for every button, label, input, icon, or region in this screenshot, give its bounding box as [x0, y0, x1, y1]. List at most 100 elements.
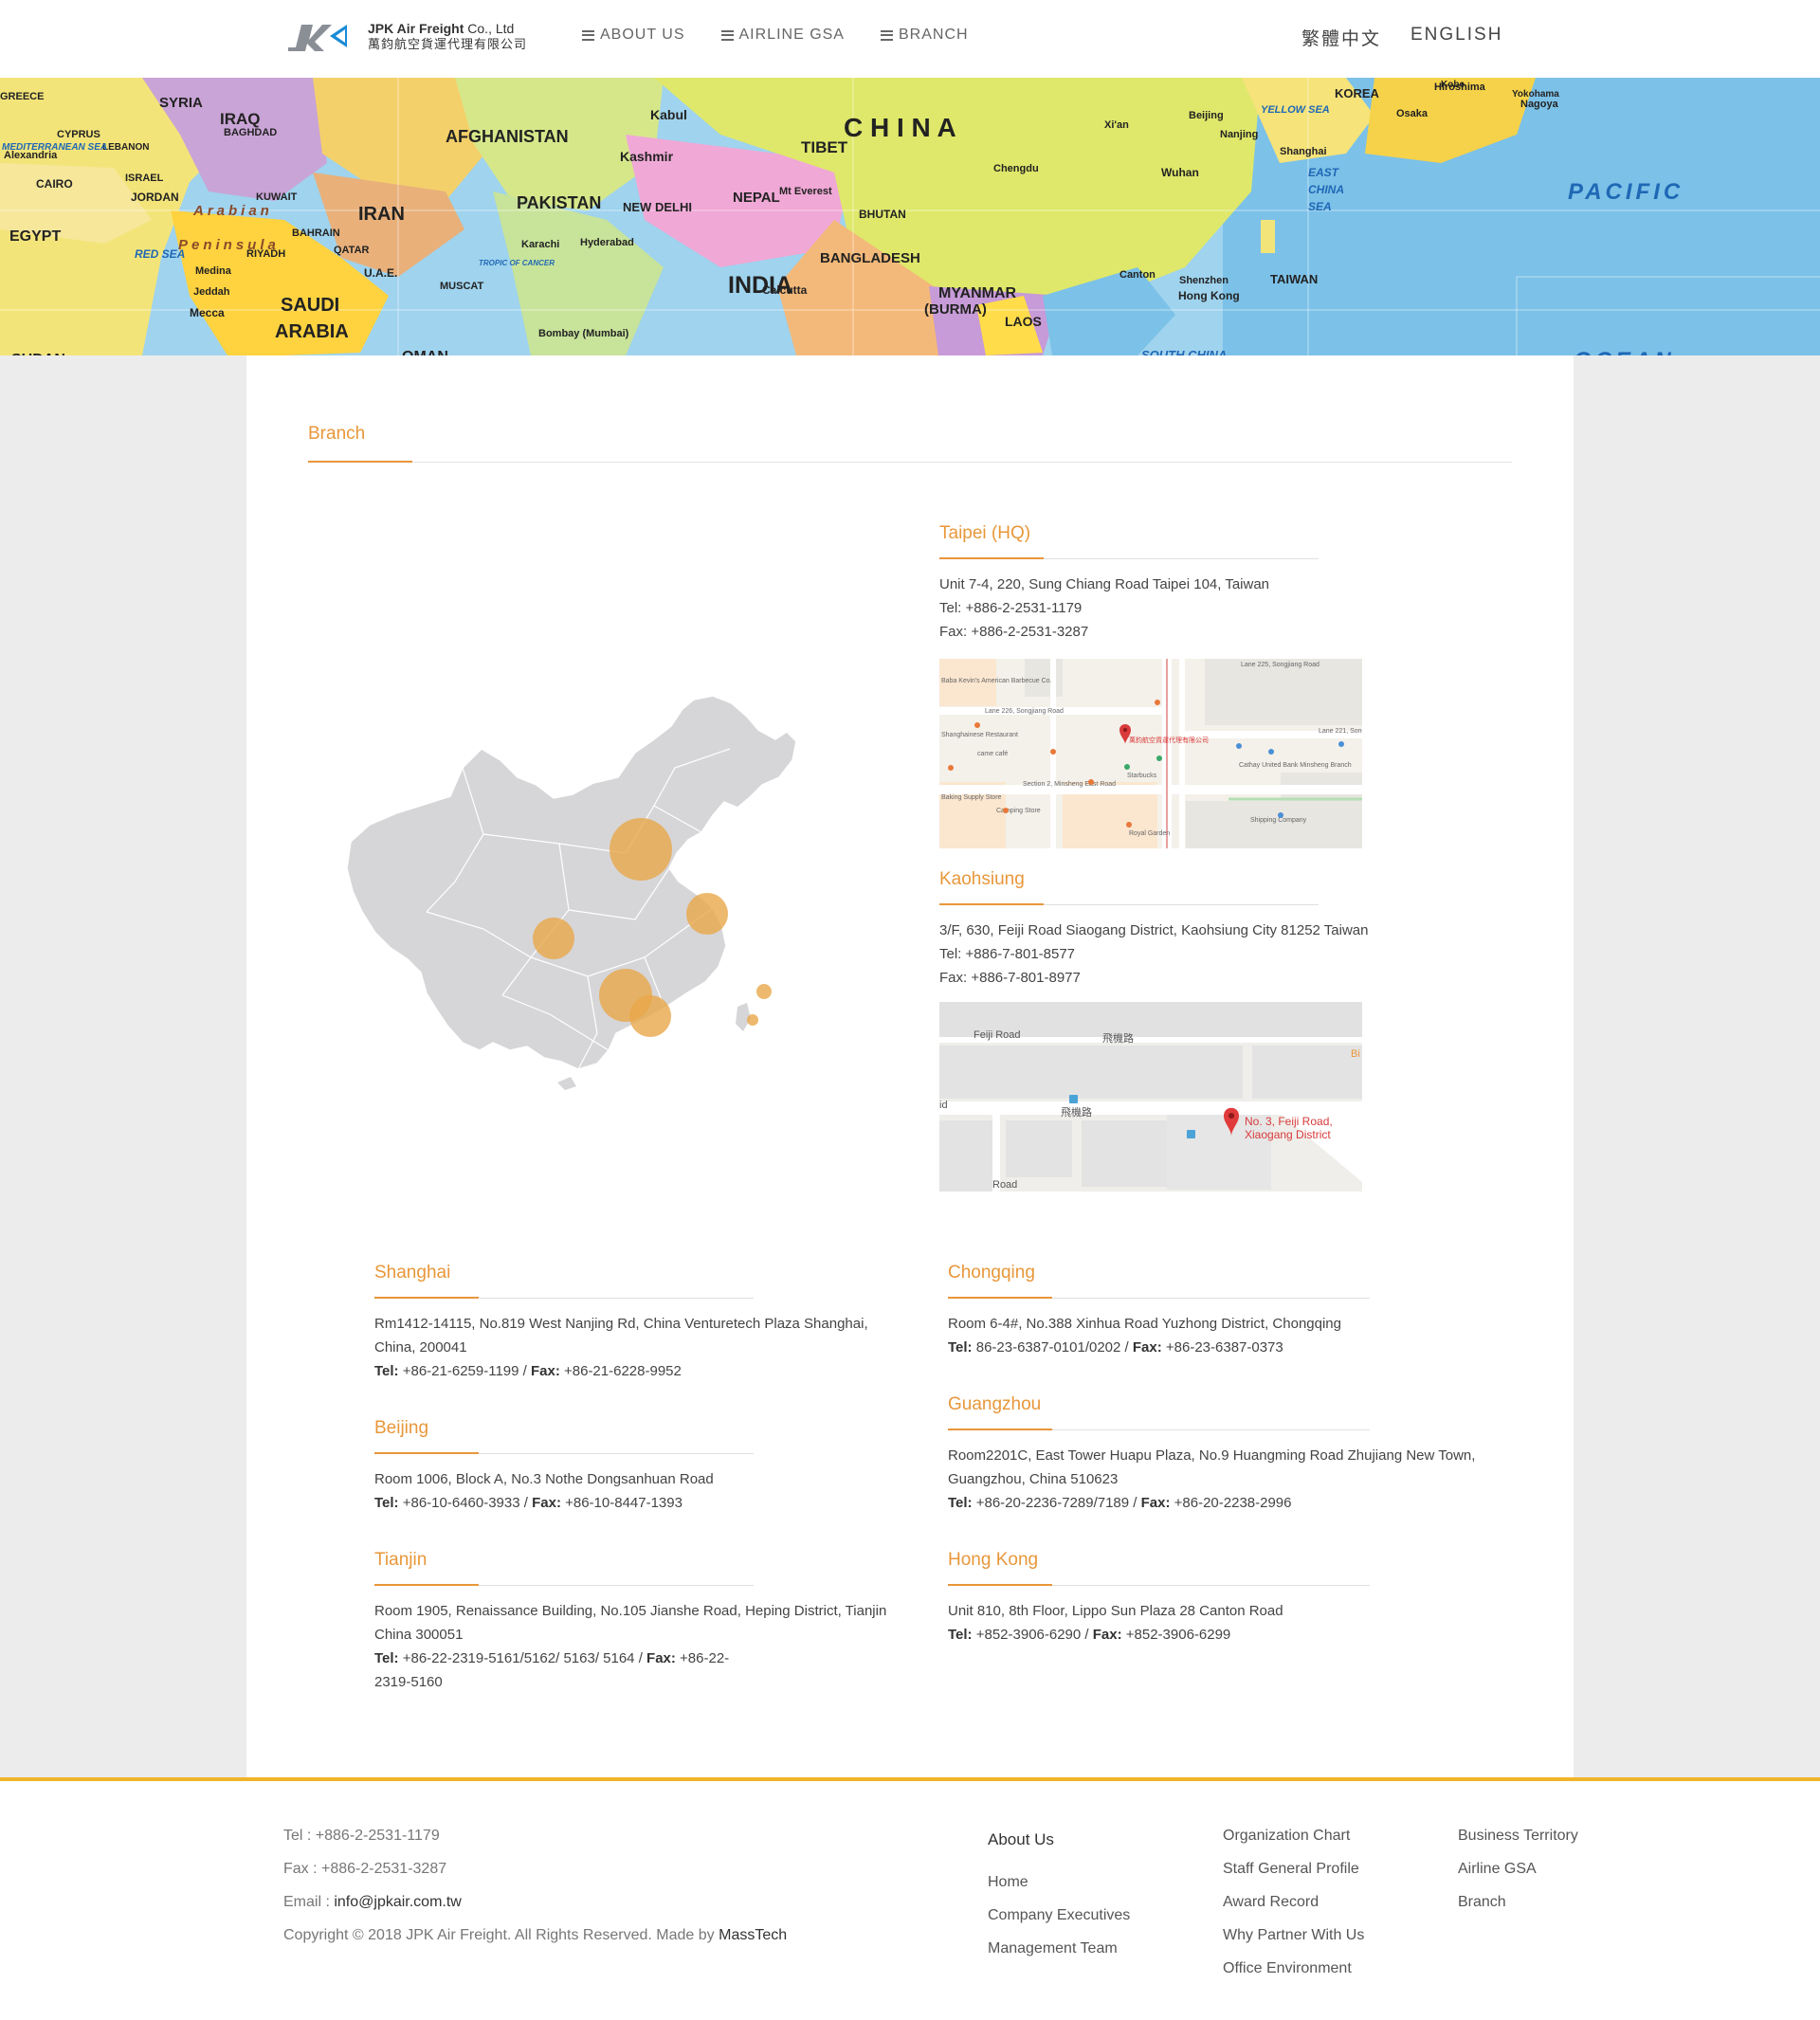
map-label: LEBANON: [102, 142, 149, 153]
map-bubble-shanghai: [686, 893, 728, 935]
office-contact: Tel: +86-10-6460-3933 / Fax: +86-10-8447…: [374, 1495, 682, 1511]
lang-english[interactable]: ENGLISH: [1410, 25, 1502, 45]
footer-link-staff-general-profile[interactable]: Staff General Profile: [1223, 1852, 1364, 1885]
office-address: 3/F, 630, Feiji Road Siaogang District, …: [939, 922, 1369, 938]
menu-icon: [880, 29, 893, 41]
map-label: RED SEA: [135, 247, 185, 261]
office-address: Unit 810, 8th Floor, Lippo Sun Plaza 28 …: [948, 1603, 1283, 1619]
kaohsiung-location-map[interactable]: Feiji Road 飛機路 飛機路 No. 3, Feiji Road, Xiaoga…: [939, 1002, 1362, 1192]
map-label: Kashmir: [620, 149, 674, 164]
office-fax: Fax: +886-7-801-8977: [939, 970, 1081, 986]
office-contact: Tel: +86-21-6259-1199 / Fax: +86-21-6228…: [374, 1363, 682, 1379]
title-divider: [308, 462, 1512, 463]
footer-link-management-team[interactable]: Management Team: [988, 1932, 1130, 1965]
map-label: Cathay United Bank Minsheng Branch: [1239, 762, 1352, 769]
office-tianjin: Tianjin Room 1905, Renaissance Building,…: [374, 1548, 886, 1694]
map-label: ARABIA: [275, 321, 349, 342]
map-label: Shanghainese Restaurant: [941, 732, 1018, 738]
map-bubble-kaohsiung: [747, 1014, 758, 1026]
nav-about-us[interactable]: ABOUT US: [582, 27, 685, 44]
map-label: Xi'an: [1104, 119, 1129, 131]
office-chongqing: Chongqing Room 6-4#, No.388 Xinhua Road …: [948, 1261, 1370, 1359]
office-divider: [948, 1429, 1370, 1430]
map-label: Alexandria: [4, 150, 58, 161]
office-divider: [374, 1452, 754, 1454]
map-label: EAST: [1308, 166, 1340, 179]
title-divider-accent: [308, 461, 412, 463]
footer-link-company-executives[interactable]: Company Executives: [988, 1899, 1130, 1932]
map-label: Yokohama: [1512, 89, 1559, 100]
map-label: OMAN: [402, 349, 448, 355]
map-label: SUDAN: [11, 352, 65, 355]
map-label: Wuhan: [1161, 166, 1199, 179]
footer-link-airline-gsa[interactable]: Airline GSA: [1458, 1852, 1578, 1885]
map-label: CHINA: [1308, 183, 1344, 196]
map-label: Karachi: [521, 239, 559, 250]
footer-link-organization-chart[interactable]: Organization Chart: [1223, 1819, 1364, 1852]
map-label: Nanjing: [1220, 129, 1258, 140]
map-label: Feiji Road: [974, 1029, 1021, 1041]
map-bubble-beijing: [610, 818, 672, 881]
map-label: Shanghai: [1280, 146, 1327, 157]
map-label: NEW DELHI: [623, 200, 692, 214]
map-label: 萬鈞航空貨運代理有限公司: [1129, 736, 1209, 744]
map-label: (BURMA): [924, 301, 987, 318]
office-contact: Tel: +852-3906-6290 / Fax: +852-3906-629…: [948, 1627, 1231, 1643]
logo[interactable]: JPK Air Freight Co., Ltd 萬鈞航空貨運代理有限公司: [286, 19, 527, 53]
footer-masstech-link[interactable]: MassTech: [719, 1927, 787, 1943]
footer-link-home[interactable]: Home: [988, 1865, 1130, 1899]
map-label: CYPRUS: [57, 129, 100, 140]
footer-link-why-partner[interactable]: Why Partner With Us: [1223, 1919, 1364, 1952]
office-divider: [374, 1297, 754, 1299]
map-label: Baking Supply Store: [941, 794, 1002, 801]
map-label: YELLOW SEA: [1261, 104, 1330, 116]
nav-airline-gsa[interactable]: AIRLINE GSA: [720, 27, 845, 44]
map-label: AFGHANISTAN: [446, 127, 569, 146]
map-label: 飛機路: [1061, 1105, 1092, 1119]
footer-link-office-environment[interactable]: Office Environment: [1223, 1952, 1364, 1985]
footer-link-branch[interactable]: Branch: [1458, 1885, 1578, 1919]
map-label: Arabian: [192, 203, 273, 219]
map-label: Camping Store: [996, 808, 1041, 814]
map-label: Nagoya: [1520, 99, 1559, 110]
office-contact: Tel: 86-23-6387-0101/0202 / Fax: +86-23-…: [948, 1339, 1283, 1356]
map-label: BANGLADESH: [820, 250, 920, 266]
footer-about-heading: About Us: [988, 1830, 1054, 1848]
map-label: Canton: [1119, 269, 1156, 281]
china-landmass: [346, 695, 797, 1070]
map-label: SAUDI: [281, 295, 339, 316]
map-bubble-taipei: [756, 984, 772, 999]
map-label: MYANMAR: [938, 285, 1017, 301]
map-label: BHUTAN: [859, 208, 906, 221]
map-label: came café: [977, 751, 1008, 757]
office-contact: Tel: +86-22-2319-5161/5162/ 5163/ 5164 /…: [374, 1650, 730, 1690]
map-label: ISRAEL: [125, 173, 164, 184]
office-name: Chongqing: [948, 1263, 1035, 1283]
map-label: PAKISTAN: [517, 193, 601, 212]
map-label: Royal Garden: [1129, 830, 1170, 837]
footer-col-3: Business Territory Airline GSA Branch: [1458, 1819, 1578, 1919]
office-guangzhou: Guangzhou Room2201C, East Tower Huapu Pl…: [948, 1392, 1475, 1515]
office-address: Unit 7-4, 220, Sung Chiang Road Taipei 1…: [939, 576, 1270, 592]
map-label: EGYPT: [9, 228, 61, 245]
footer-email-link[interactable]: info@jpkair.com.tw: [334, 1894, 462, 1910]
footer-tel: Tel : +886-2-2531-1179: [283, 1828, 440, 1844]
map-label: SOUTH CHINA: [1141, 348, 1227, 355]
map-label: TIBET: [801, 138, 848, 156]
footer-col-about: About Us Home Company Executives Managem…: [988, 1819, 1130, 1965]
footer-link-award-record[interactable]: Award Record: [1223, 1885, 1364, 1919]
jpk-logo-icon: [286, 19, 351, 53]
taipei-location-map[interactable]: Baba Kevin's American Barbecue Co. Lane 2…: [939, 659, 1362, 848]
office-name: Kaohsiung: [939, 869, 1025, 889]
map-label: Chengdu: [993, 163, 1039, 174]
map-label: Jeddah: [193, 286, 230, 298]
office-address: Room 1006, Block A, No.3 Nothe Dongsanhu…: [374, 1471, 714, 1487]
world-map-image: GREECE SYRIAIRAQIRANAFGHANISTANPAKISTANIN…: [0, 78, 1820, 355]
office-name: Tianjin: [374, 1550, 428, 1570]
lang-traditional-chinese[interactable]: 繁體中文: [1301, 25, 1381, 50]
footer-link-business-territory[interactable]: Business Territory: [1458, 1819, 1578, 1852]
map-bubble-hongkong: [629, 995, 671, 1037]
china-branch-map: [341, 692, 834, 1095]
map-label: SEA: [1308, 200, 1332, 213]
nav-branch[interactable]: BRANCH: [880, 27, 969, 44]
